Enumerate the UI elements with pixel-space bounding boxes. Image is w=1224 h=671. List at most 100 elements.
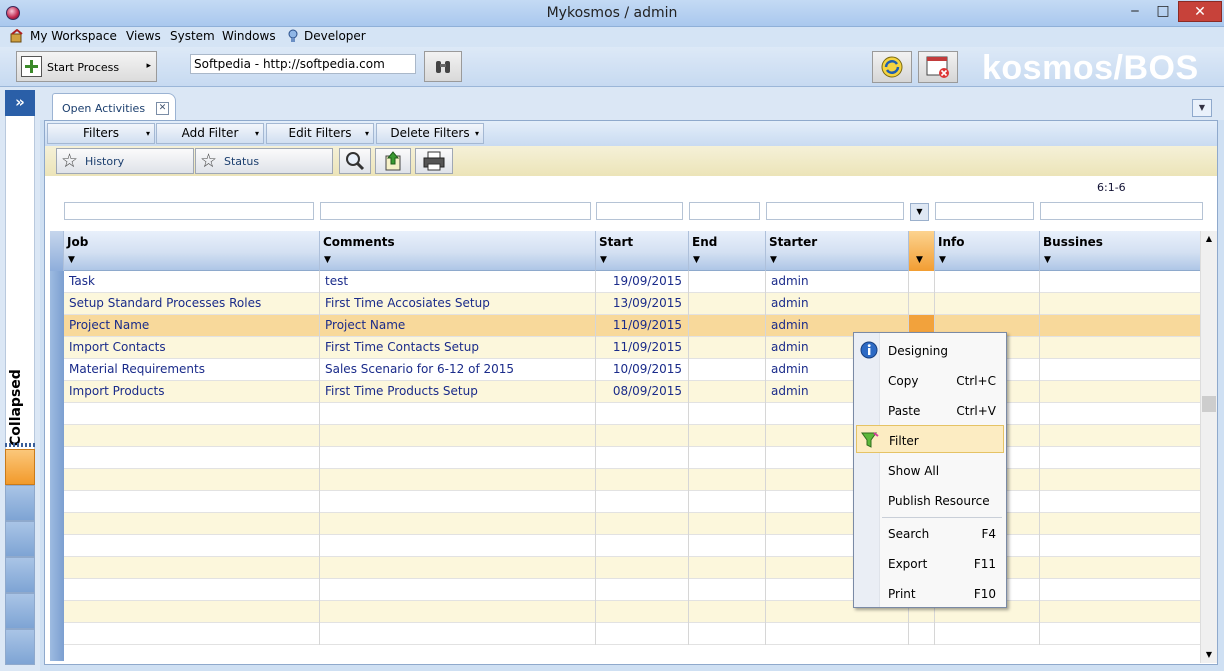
table-row-selected[interactable]: Project Name Project Name 11/09/2015 adm… (64, 315, 1201, 337)
menu-item-paste[interactable]: Paste Ctrl+V (856, 396, 1004, 424)
tab-open-activities[interactable]: Open Activities ✕ (52, 93, 176, 120)
empty-row[interactable] (64, 535, 1201, 557)
refresh-button[interactable] (872, 51, 912, 83)
add-filter-button[interactable]: Add Filter ▾ (156, 123, 264, 144)
vertical-scrollbar[interactable]: ▲ ▼ (1200, 231, 1217, 663)
table-row[interactable]: Import Contacts First Time Contacts Setu… (64, 337, 1201, 359)
sidebar-nav-button[interactable] (5, 629, 35, 665)
sidebar-nav-button[interactable] (5, 485, 35, 521)
menu-views[interactable]: Views (126, 29, 161, 43)
sidebar-nav-button[interactable] (5, 557, 35, 593)
column-label: Job (67, 235, 89, 249)
column-header-flag[interactable]: ▼ (909, 231, 935, 271)
filter-input-bussines[interactable] (1040, 202, 1203, 220)
menu-my-workspace[interactable]: My Workspace (30, 29, 117, 43)
column-header-starter[interactable]: Starter ▼ (766, 231, 909, 271)
filter-input-info[interactable] (935, 202, 1034, 220)
table-row[interactable]: Import Products First Time Products Setu… (64, 381, 1201, 403)
sort-arrow-icon[interactable]: ▼ (324, 255, 331, 265)
column-header-end[interactable]: End ▼ (689, 231, 766, 271)
empty-row[interactable] (64, 425, 1201, 447)
empty-row[interactable] (64, 469, 1201, 491)
menu-item-label: Export (888, 557, 928, 571)
status-view-button[interactable]: ☆ Status (195, 148, 333, 174)
menu-separator (882, 517, 1002, 518)
sort-arrow-icon[interactable]: ▼ (600, 255, 607, 265)
search-button[interactable] (339, 148, 371, 174)
column-header-info[interactable]: Info ▼ (935, 231, 1040, 271)
menu-item-publish-resource[interactable]: Publish Resource (856, 486, 1004, 514)
row-selector-strip[interactable] (50, 271, 64, 661)
logout-button[interactable] (918, 51, 958, 83)
filter-input-comments[interactable] (320, 202, 591, 220)
dropdown-arrow-icon: ▾ (474, 129, 479, 138)
print-button[interactable] (415, 148, 453, 174)
empty-row[interactable] (64, 557, 1201, 579)
filters-button[interactable]: Filters ▾ (47, 123, 155, 144)
sidebar-nav-button[interactable] (5, 449, 35, 485)
filter-input-starter[interactable] (766, 202, 904, 220)
empty-row[interactable] (64, 491, 1201, 513)
column-header-start[interactable]: Start ▼ (596, 231, 689, 271)
table-row[interactable]: Setup Standard Processes Roles First Tim… (64, 293, 1201, 315)
column-header-job[interactable]: Job ▼ (64, 231, 320, 271)
history-view-button[interactable]: ☆ History (56, 148, 194, 174)
menu-item-filter[interactable]: Filter (856, 425, 1004, 453)
scroll-down-icon[interactable]: ▼ (1201, 647, 1217, 663)
table-row[interactable]: Material Requirements Sales Scenario for… (64, 359, 1201, 381)
sort-arrow-icon[interactable]: ▼ (68, 255, 75, 265)
empty-row[interactable] (64, 579, 1201, 601)
scroll-thumb[interactable] (1202, 396, 1216, 412)
column-label: Starter (769, 235, 818, 249)
export-button[interactable] (375, 148, 411, 174)
start-process-button[interactable]: Start Process ▸ (16, 51, 157, 82)
filter-dropdown[interactable]: ▼ (910, 203, 929, 221)
filter-input-start[interactable] (596, 202, 683, 220)
empty-row[interactable] (64, 601, 1201, 623)
minimize-button[interactable]: ‒ (1124, 1, 1146, 22)
menu-system[interactable]: System (170, 29, 215, 43)
menu-item-print[interactable]: Print F10 (856, 579, 1004, 607)
column-header-comments[interactable]: Comments ▼ (320, 231, 596, 271)
sort-arrow-icon[interactable]: ▼ (1044, 255, 1051, 265)
filter-input-job[interactable] (64, 202, 314, 220)
sort-arrow-icon[interactable]: ▼ (939, 255, 946, 265)
empty-row[interactable] (64, 513, 1201, 535)
close-button[interactable]: ✕ (1178, 1, 1222, 22)
delete-filters-button[interactable]: Delete Filters ▾ (376, 123, 484, 144)
empty-row[interactable] (64, 447, 1201, 469)
sort-arrow-icon[interactable]: ▼ (693, 255, 700, 265)
menu-item-search[interactable]: Search F4 (856, 519, 1004, 547)
cell-comments: test (320, 271, 596, 293)
tab-menu-button[interactable]: ▼ (1192, 99, 1212, 117)
status-label: Status (224, 155, 260, 168)
url-field[interactable]: Softpedia - http://softpedia.com (190, 54, 416, 74)
menu-item-copy[interactable]: Copy Ctrl+C (856, 366, 1004, 394)
edit-filters-button[interactable]: Edit Filters ▾ (266, 123, 374, 144)
expand-sidebar-button[interactable]: » (5, 90, 35, 116)
filter-input-end[interactable] (689, 202, 760, 220)
sort-arrow-icon[interactable]: ▼ (770, 255, 777, 265)
find-button[interactable] (424, 51, 462, 82)
empty-row[interactable] (64, 623, 1201, 645)
cell-flag (909, 293, 935, 315)
sidebar-nav-button[interactable] (5, 593, 35, 629)
tab-close-icon[interactable]: ✕ (156, 102, 169, 115)
menu-windows[interactable]: Windows (222, 29, 276, 43)
table-row[interactable]: Task test 19/09/2015 admin (64, 271, 1201, 293)
menu-item-designing[interactable]: Designing (856, 336, 1004, 364)
sort-arrow-icon[interactable]: ▼ (916, 255, 923, 265)
scroll-up-icon[interactable]: ▲ (1201, 231, 1217, 247)
menu-developer[interactable]: Developer (304, 29, 366, 43)
menu-item-label: Copy (888, 374, 919, 388)
maximize-button[interactable]: □ (1152, 1, 1174, 22)
developer-icon (288, 29, 298, 42)
column-header-bussines[interactable]: Bussines ▼ (1040, 231, 1201, 271)
menu-item-export[interactable]: Export F11 (856, 549, 1004, 577)
empty-row[interactable] (64, 403, 1201, 425)
menu-item-shortcut: Ctrl+C (956, 374, 996, 388)
splitter-handle[interactable] (5, 443, 35, 447)
cell-job: Project Name (64, 315, 320, 337)
sidebar-nav-button[interactable] (5, 521, 35, 557)
menu-item-show-all[interactable]: Show All (856, 456, 1004, 484)
